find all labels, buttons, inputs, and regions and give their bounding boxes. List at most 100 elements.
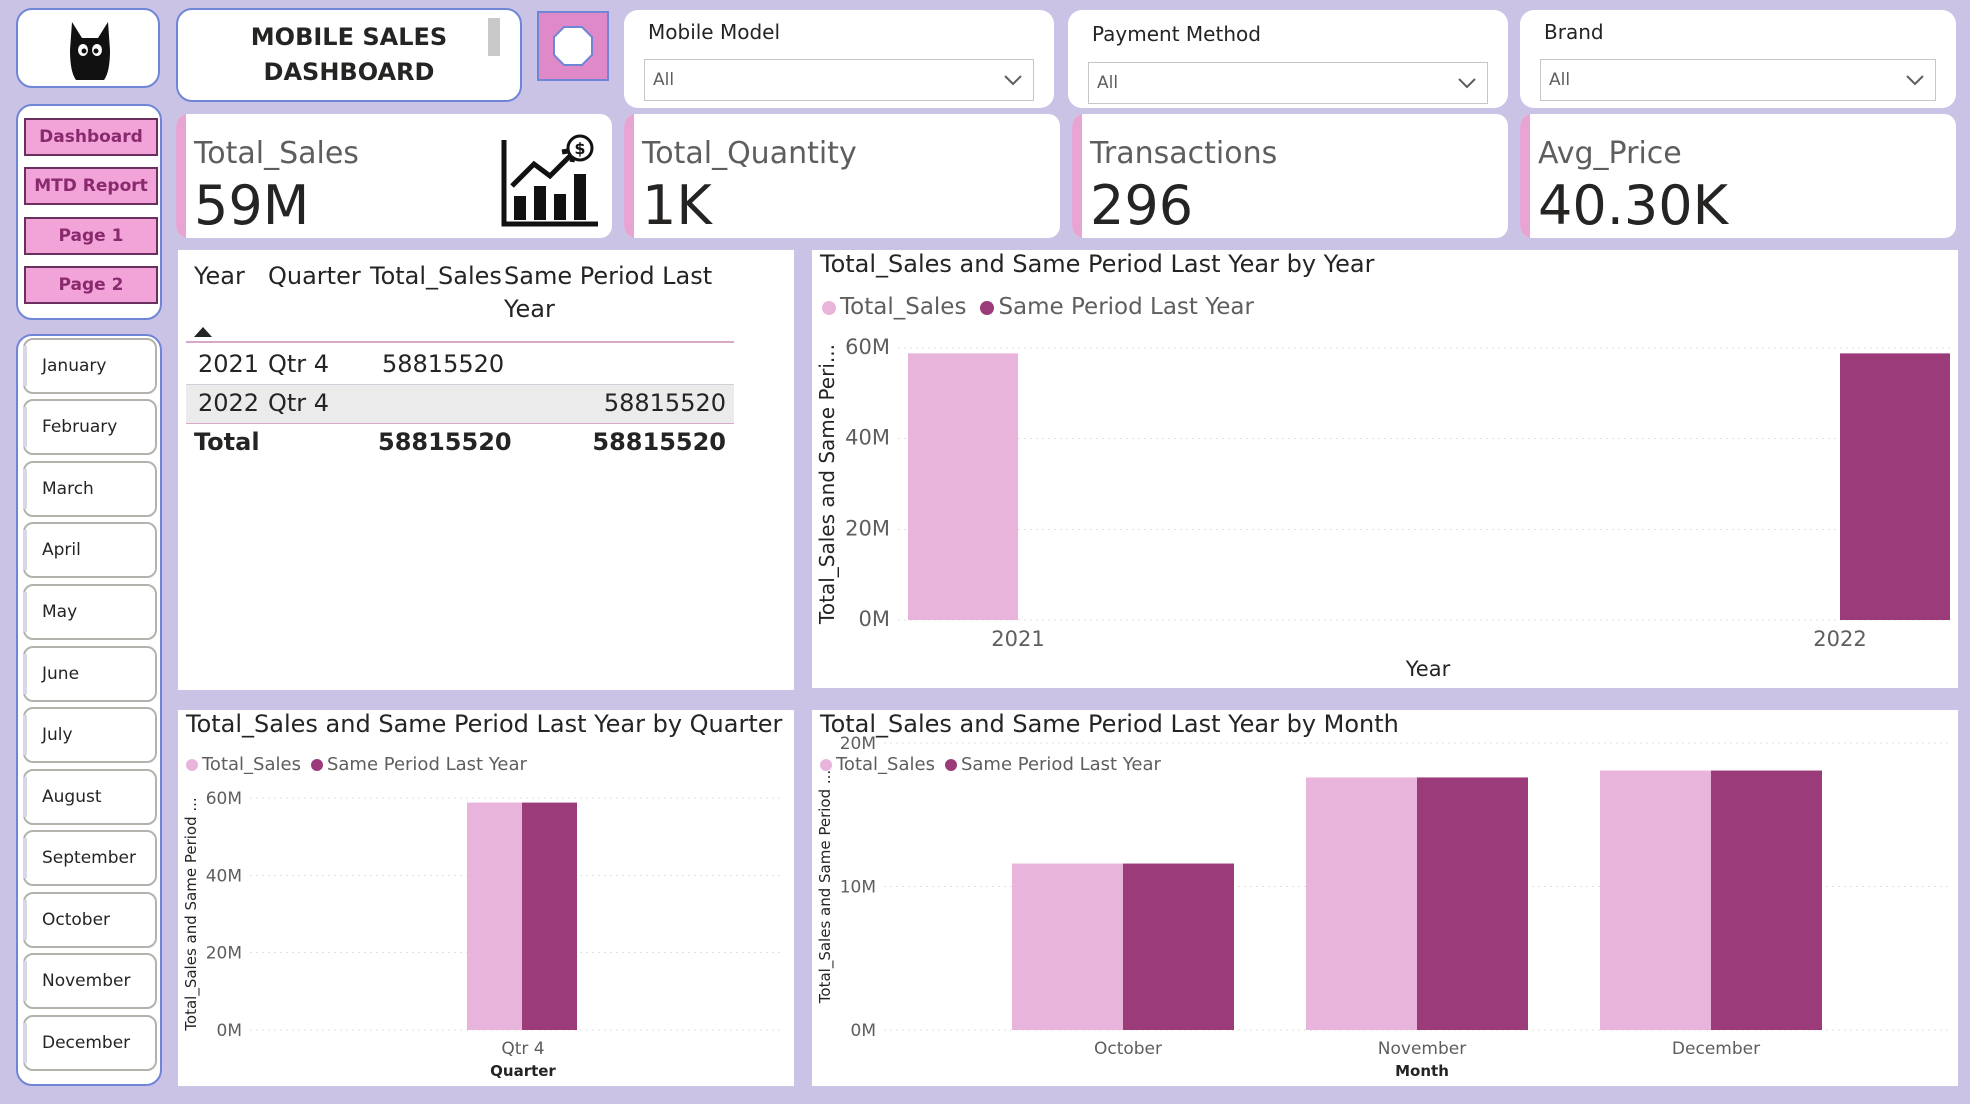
x-tick-label: November	[1378, 1039, 1466, 1059]
chart-by-year-panel: Total_Sales and Same Period Last Year by…	[812, 250, 1958, 688]
kpi-avg-price-card: Avg_Price 40.30K	[1520, 114, 1956, 238]
x-tick-label: October	[1094, 1039, 1162, 1059]
nav-page-1-button[interactable]: Page 1	[24, 217, 158, 255]
month-july-button[interactable]: July	[23, 707, 157, 763]
x-tick-label: 2021	[991, 627, 1044, 651]
brand-dropdown[interactable]: All	[1540, 59, 1936, 101]
y-axis-label: Total_Sales and Same Period ...	[816, 770, 835, 1004]
table-row[interactable]: 2021 Qtr 4 58815520	[186, 346, 734, 384]
x-tick-label: Qtr 4	[501, 1039, 544, 1059]
bar-total-sales	[1306, 777, 1417, 1030]
kpi-total-sales-card: Total_Sales 59M $	[176, 114, 612, 238]
y-tick-label: 40M	[206, 866, 242, 886]
bar-same-period-last-year	[1417, 777, 1528, 1030]
bar-same-period-last-year	[1711, 770, 1822, 1030]
x-axis-label: Month	[1395, 1062, 1449, 1080]
mobile-model-label: Mobile Model	[648, 20, 781, 44]
bar-total-sales	[908, 353, 1018, 620]
bar-total-sales	[1012, 863, 1123, 1030]
y-tick-label: 0M	[851, 1021, 876, 1041]
month-august-button[interactable]: August	[23, 769, 157, 825]
y-tick-label: 20M	[840, 734, 876, 754]
table-row[interactable]: 2022 Qtr 4 58815520	[186, 385, 734, 423]
bar-total-sales	[1600, 770, 1711, 1030]
chevron-down-icon	[1906, 75, 1924, 86]
month-slicer: January February March April May June Ju…	[16, 334, 162, 1086]
kpi-total-quantity-card: Total_Quantity 1K	[624, 114, 1060, 238]
month-september-button[interactable]: September	[23, 830, 157, 886]
bar-total-sales	[467, 802, 522, 1030]
svg-text:$: $	[574, 139, 585, 158]
y-axis-label: Total_Sales and Same Peri...	[815, 344, 839, 625]
month-december-button[interactable]: December	[23, 1015, 157, 1071]
kpi-total-sales-value: 59M	[194, 174, 310, 237]
page-navigation: Dashboard MTD Report Page 1 Page 2	[16, 104, 162, 320]
row-total-sales: 58815520	[382, 350, 505, 378]
sales-matrix-table: Year Quarter Total_Sales Same Period Las…	[178, 250, 794, 690]
chart-by-month-plot[interactable]: 0M 10M 20M Total_Sales and Same Period ... O…	[812, 710, 1958, 1086]
x-axis-label: Quarter	[490, 1062, 556, 1080]
payment-method-slicer[interactable]: Payment Method All	[1068, 10, 1508, 108]
black-cat-logo-icon	[70, 22, 110, 80]
payment-method-label: Payment Method	[1092, 22, 1261, 46]
column-header-quarter[interactable]: Quarter	[268, 260, 361, 293]
chart-by-month-panel: Total_Sales and Same Period Last Year by…	[812, 710, 1958, 1086]
month-may-button[interactable]: May	[23, 584, 157, 640]
kpi-total-quantity-value: 1K	[642, 174, 712, 237]
bar-same-period-last-year	[1123, 863, 1234, 1030]
kpi-transactions-card: Transactions 296	[1072, 114, 1508, 238]
month-january-button[interactable]: January	[23, 338, 157, 394]
total-total-sales: 58815520	[378, 428, 512, 456]
kpi-total-sales-label: Total_Sales	[194, 136, 359, 171]
nav-dashboard-button[interactable]: Dashboard	[24, 118, 158, 156]
row-year: 2021	[198, 350, 260, 378]
bar-same-period-last-year	[1840, 353, 1950, 620]
column-header-total-sales[interactable]: Total_Sales	[370, 260, 502, 293]
nav-mtd-report-button[interactable]: MTD Report	[24, 167, 158, 205]
table-total-row: Total 58815520 58815520	[186, 424, 734, 462]
payment-method-value: All	[1097, 73, 1119, 93]
total-label: Total	[194, 428, 260, 456]
brand-label: Brand	[1544, 20, 1604, 44]
y-tick-label: 0M	[217, 1021, 242, 1041]
chart-by-quarter-panel: Total_Sales and Same Period Last Year by…	[178, 710, 794, 1086]
mobile-model-dropdown[interactable]: All	[644, 59, 1034, 101]
kpi-avg-price-label: Avg_Price	[1538, 136, 1682, 171]
column-header-year[interactable]: Year	[194, 260, 245, 293]
row-quarter: Qtr 4	[268, 350, 330, 378]
sales-growth-icon: $	[501, 134, 598, 227]
title-scrollbar[interactable]	[488, 18, 500, 56]
total-same-period-last-year: 58815520	[592, 428, 726, 456]
nav-page-2-button[interactable]: Page 2	[24, 266, 158, 304]
y-tick-label: 60M	[845, 335, 890, 359]
y-tick-label: 60M	[206, 789, 242, 809]
y-tick-label: 20M	[845, 516, 890, 540]
chart-by-quarter-plot[interactable]: 0M 20M 40M 60M Total_Sales and Same Period .…	[178, 710, 794, 1086]
month-april-button[interactable]: April	[23, 522, 157, 578]
y-tick-label: 20M	[206, 944, 242, 964]
kpi-avg-price-value: 40.30K	[1538, 174, 1729, 237]
reset-filters-button[interactable]	[537, 11, 609, 81]
kpi-total-quantity-label: Total_Quantity	[642, 136, 857, 171]
octagon-icon	[553, 26, 593, 66]
row-same-period-last-year: 58815520	[603, 389, 726, 417]
month-february-button[interactable]: February	[23, 399, 157, 455]
x-axis-label: Year	[1405, 657, 1451, 681]
row-year: 2022	[198, 389, 260, 417]
bar-same-period-last-year	[522, 802, 577, 1030]
month-june-button[interactable]: June	[23, 646, 157, 702]
column-header-same-period-last-year[interactable]: Same Period Last Year	[504, 260, 714, 326]
dashboard-title: MOBILE SALES DASHBOARD	[176, 8, 522, 102]
sort-ascending-icon[interactable]	[194, 327, 212, 337]
month-march-button[interactable]: March	[23, 461, 157, 517]
brand-slicer[interactable]: Brand All	[1520, 10, 1956, 108]
month-november-button[interactable]: November	[23, 953, 157, 1009]
brand-value: All	[1549, 70, 1571, 90]
mobile-model-slicer[interactable]: Mobile Model All	[624, 10, 1054, 108]
month-october-button[interactable]: October	[23, 892, 157, 948]
payment-method-dropdown[interactable]: All	[1088, 62, 1488, 104]
chart-by-year-plot[interactable]: 0M 20M 40M 60MTotal_Sales and Same Peri... 2…	[812, 250, 1958, 688]
y-tick-label: 40M	[845, 426, 890, 450]
kpi-transactions-label: Transactions	[1090, 136, 1278, 171]
y-tick-label: 10M	[840, 878, 876, 898]
